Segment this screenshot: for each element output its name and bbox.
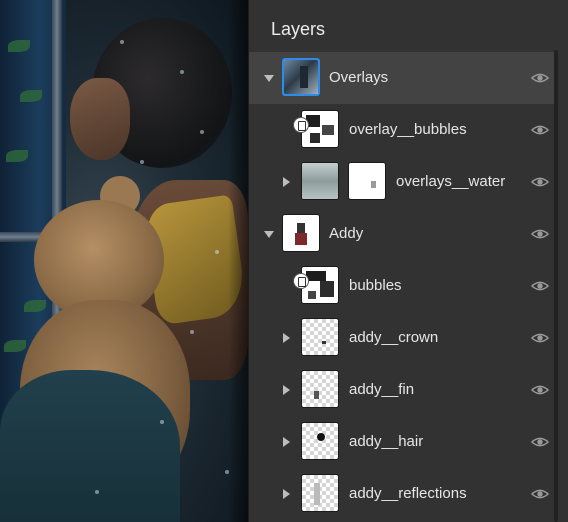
caret-right-icon[interactable] — [283, 333, 290, 343]
eye-icon[interactable] — [531, 226, 549, 242]
layer-name: Overlays — [329, 69, 389, 86]
layer-row-addy-hair[interactable]: addy__hair — [249, 416, 555, 468]
panel-scrollbar[interactable] — [554, 50, 558, 522]
layer-name: Addy — [329, 225, 364, 242]
bubble — [95, 490, 99, 494]
panel-title: Layers — [271, 19, 326, 39]
layer-name: overlay__bubbles — [349, 121, 467, 138]
layer-row-overlays[interactable]: Overlays — [249, 52, 555, 104]
document-canvas[interactable] — [0, 0, 248, 522]
eye-icon[interactable] — [531, 174, 549, 190]
layer-row-overlays-water[interactable]: overlays__water — [249, 156, 555, 208]
eye-icon[interactable] — [531, 330, 549, 346]
layer-mask-thumbnail — [348, 162, 386, 200]
layers-panel: Layers Overlays overlay__bubbles overlay… — [248, 0, 568, 522]
layer-name: addy__crown — [349, 329, 439, 346]
layer-thumbnail — [301, 370, 339, 408]
caret-down-icon[interactable] — [264, 231, 274, 238]
bubble — [180, 70, 184, 74]
clipping-mask-icon — [293, 117, 309, 133]
eye-icon[interactable] — [531, 486, 549, 502]
bubble — [200, 130, 204, 134]
mermaid-tail — [0, 370, 180, 522]
eye-icon[interactable] — [531, 382, 549, 398]
eye-icon[interactable] — [531, 434, 549, 450]
bubble — [215, 250, 219, 254]
layer-name: bubbles — [349, 277, 402, 294]
bubble — [140, 160, 144, 164]
layer-name: addy__reflections — [349, 485, 467, 502]
caret-down-icon[interactable] — [264, 75, 274, 82]
layer-thumbnail — [282, 214, 320, 252]
layer-row-addy-reflections[interactable]: addy__reflections — [249, 468, 555, 520]
layer-name: overlays__water — [396, 173, 506, 190]
leaf-decoration — [24, 300, 46, 312]
layer-thumbnail — [301, 318, 339, 356]
layer-thumbnail — [301, 422, 339, 460]
bubble — [190, 330, 194, 334]
leaf-decoration — [20, 90, 42, 102]
clipping-mask-icon — [293, 273, 309, 289]
layer-name: addy__hair — [349, 433, 424, 450]
eye-icon[interactable] — [531, 278, 549, 294]
layer-thumbnail — [282, 58, 320, 96]
caret-right-icon[interactable] — [283, 177, 290, 187]
bubble — [120, 40, 124, 44]
canvas-edge-shadow — [228, 0, 248, 522]
layer-row-addy-fin[interactable]: addy__fin — [249, 364, 555, 416]
girl-face — [70, 78, 130, 160]
caret-right-icon[interactable] — [283, 385, 290, 395]
layer-row-addy[interactable]: Addy — [249, 208, 555, 260]
leaf-decoration — [4, 340, 26, 352]
caret-right-icon[interactable] — [283, 437, 290, 447]
layers-list: Overlays overlay__bubbles overlays__wate… — [249, 52, 555, 520]
layer-thumbnail — [301, 162, 339, 200]
layer-name: addy__fin — [349, 381, 415, 398]
leaf-decoration — [8, 40, 30, 52]
layer-row-bubbles[interactable]: bubbles — [249, 260, 555, 312]
leaf-decoration — [6, 150, 28, 162]
layer-row-addy-crown[interactable]: addy__crown — [249, 312, 555, 364]
eye-icon[interactable] — [531, 70, 549, 86]
bubble — [160, 420, 164, 424]
eye-icon[interactable] — [531, 122, 549, 138]
layer-thumbnail — [301, 474, 339, 512]
layer-row-overlay-bubbles[interactable]: overlay__bubbles — [249, 104, 555, 156]
caret-right-icon[interactable] — [283, 489, 290, 499]
